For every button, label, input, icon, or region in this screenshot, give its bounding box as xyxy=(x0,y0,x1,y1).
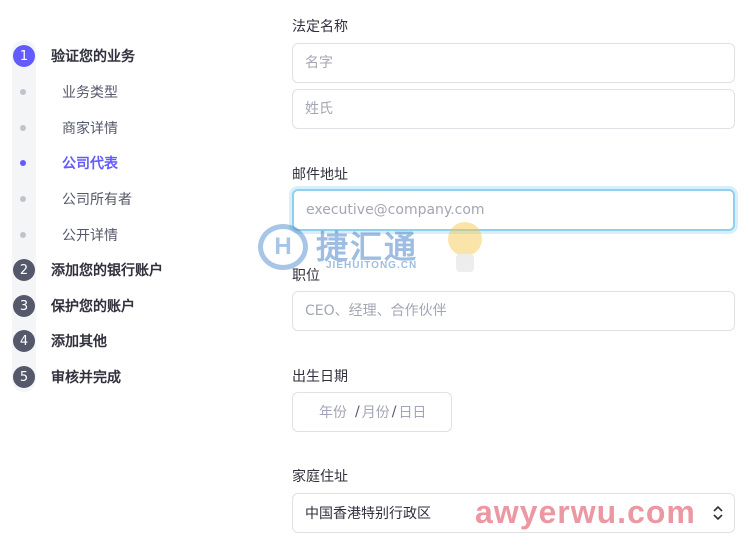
step-label: 审核并完成 xyxy=(51,370,121,386)
step-secure-account[interactable]: 3 保护您的账户 xyxy=(12,294,135,318)
substep-company-owners[interactable]: 公司所有者 xyxy=(12,188,132,210)
substep-dot xyxy=(20,125,26,131)
first-name-input[interactable] xyxy=(292,43,735,83)
step-number: 2 xyxy=(13,259,35,281)
dob-input[interactable]: 年份 / 月份 / 日日 xyxy=(292,392,452,432)
title-input[interactable] xyxy=(292,291,735,331)
substep-label: 公开详情 xyxy=(62,228,118,244)
watermark-mascot-icon xyxy=(448,222,482,256)
substep-dot xyxy=(20,196,26,202)
step-add-extras[interactable]: 4 添加其他 xyxy=(12,329,107,353)
substep-company-representative[interactable]: 公司代表 xyxy=(12,152,118,174)
watermark-logo-subtext: JIEHUITONG.CN xyxy=(326,260,418,271)
step-number: 1 xyxy=(13,45,35,67)
substep-dot xyxy=(20,160,26,166)
substep-merchant-details[interactable]: 商家详情 xyxy=(12,117,118,139)
site-watermark: awyerwu.com xyxy=(475,494,696,530)
substep-dot xyxy=(20,232,26,238)
select-chevron-icon xyxy=(713,505,723,521)
substep-label: 业务类型 xyxy=(62,85,118,101)
step-number: 3 xyxy=(13,295,35,317)
step-label: 添加您的银行账户 xyxy=(51,263,163,279)
step-label: 验证您的业务 xyxy=(51,49,135,65)
address-label: 家庭住址 xyxy=(292,469,348,485)
step-label: 保护您的账户 xyxy=(51,299,135,315)
watermark-logo-icon: H xyxy=(258,224,308,270)
substep-business-type[interactable]: 业务类型 xyxy=(12,81,118,103)
step-number: 4 xyxy=(13,330,35,352)
email-label: 邮件地址 xyxy=(292,167,348,183)
substep-dot xyxy=(20,89,26,95)
dob-month[interactable]: 月份 xyxy=(362,402,390,422)
step-number: 5 xyxy=(13,366,35,388)
country-value: 中国香港特别行政区 xyxy=(305,506,431,522)
substep-public-details[interactable]: 公开详情 xyxy=(12,224,118,246)
substep-label: 公司所有者 xyxy=(62,192,132,208)
onboarding-sidebar: 1 验证您的业务 业务类型 商家详情 公司代表 公司所有者 公开详情 2 添加您… xyxy=(0,0,280,545)
substep-label: 商家详情 xyxy=(62,121,118,137)
dob-separator: / xyxy=(391,404,397,420)
dob-day[interactable]: 日日 xyxy=(398,402,426,422)
dob-year[interactable]: 年份 xyxy=(319,402,347,422)
substep-label: 公司代表 xyxy=(62,156,118,172)
dob-separator: / xyxy=(355,404,360,420)
dob-label: 出生日期 xyxy=(292,369,348,385)
watermark-mascot-body xyxy=(456,254,474,272)
step-verify-business[interactable]: 1 验证您的业务 xyxy=(12,44,135,68)
step-label: 添加其他 xyxy=(51,334,107,350)
step-review-finish[interactable]: 5 审核并完成 xyxy=(12,365,121,389)
jiehuitong-watermark: H 捷汇通 JIEHUITONG.CN xyxy=(258,222,493,278)
legal-name-label: 法定名称 xyxy=(292,19,348,35)
step-add-bank-account[interactable]: 2 添加您的银行账户 xyxy=(12,258,163,282)
last-name-input[interactable] xyxy=(292,89,735,129)
